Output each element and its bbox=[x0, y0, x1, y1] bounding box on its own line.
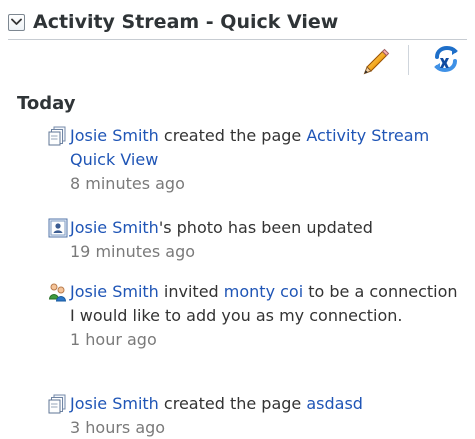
activity-time: 1 hour ago bbox=[70, 330, 157, 349]
refresh-button[interactable] bbox=[429, 42, 463, 76]
page-stack-icon bbox=[48, 126, 68, 146]
panel-title: Activity Stream - Quick View bbox=[33, 11, 339, 33]
refresh-icon bbox=[434, 45, 458, 73]
activity-text: Josie Smith created the page Activity St… bbox=[70, 124, 470, 196]
toolbar-separator bbox=[408, 45, 409, 75]
activity-time: 3 hours ago bbox=[70, 418, 166, 437]
activity-time: 8 minutes ago bbox=[70, 174, 185, 193]
actor-link[interactable]: Josie Smith bbox=[70, 126, 159, 145]
activity-time: 19 minutes ago bbox=[70, 242, 196, 261]
activity-action: invited bbox=[158, 282, 224, 301]
edit-button[interactable] bbox=[358, 42, 392, 76]
section-heading-today: Today bbox=[17, 93, 76, 114]
activity-note: I would like to add you as my connection… bbox=[70, 306, 403, 325]
connection-people-icon bbox=[48, 282, 68, 302]
activity-action: 's photo has been updated bbox=[158, 218, 373, 237]
actor-link[interactable]: Josie Smith bbox=[70, 218, 159, 237]
activity-stream-panel: Activity Stream - Quick View Today Josie… bbox=[0, 0, 475, 439]
actor-link[interactable]: Josie Smith bbox=[70, 394, 159, 413]
pencil-icon bbox=[363, 48, 390, 75]
chevron-down-icon bbox=[11, 18, 22, 25]
target-link[interactable]: asdasd bbox=[306, 394, 363, 413]
panel-header: Activity Stream - Quick View bbox=[8, 5, 467, 40]
activity-text: Josie Smith created the page asdasd 3 ho… bbox=[70, 392, 470, 439]
collapse-button[interactable] bbox=[8, 13, 25, 31]
activity-action: created the page bbox=[158, 126, 307, 145]
activity-action: created the page bbox=[158, 394, 307, 413]
page-stack-icon bbox=[48, 394, 68, 414]
activity-action-suffix: to be a connection bbox=[303, 282, 458, 301]
activity-text: Josie Smith invited monty coi to be a co… bbox=[70, 280, 470, 352]
activity-text: Josie Smith's photo has been updated 19 … bbox=[70, 216, 470, 264]
actor-link[interactable]: Josie Smith bbox=[70, 282, 159, 301]
profile-card-icon bbox=[48, 218, 68, 238]
target-link[interactable]: monty coi bbox=[224, 282, 303, 301]
activity-toolbar bbox=[352, 42, 467, 84]
